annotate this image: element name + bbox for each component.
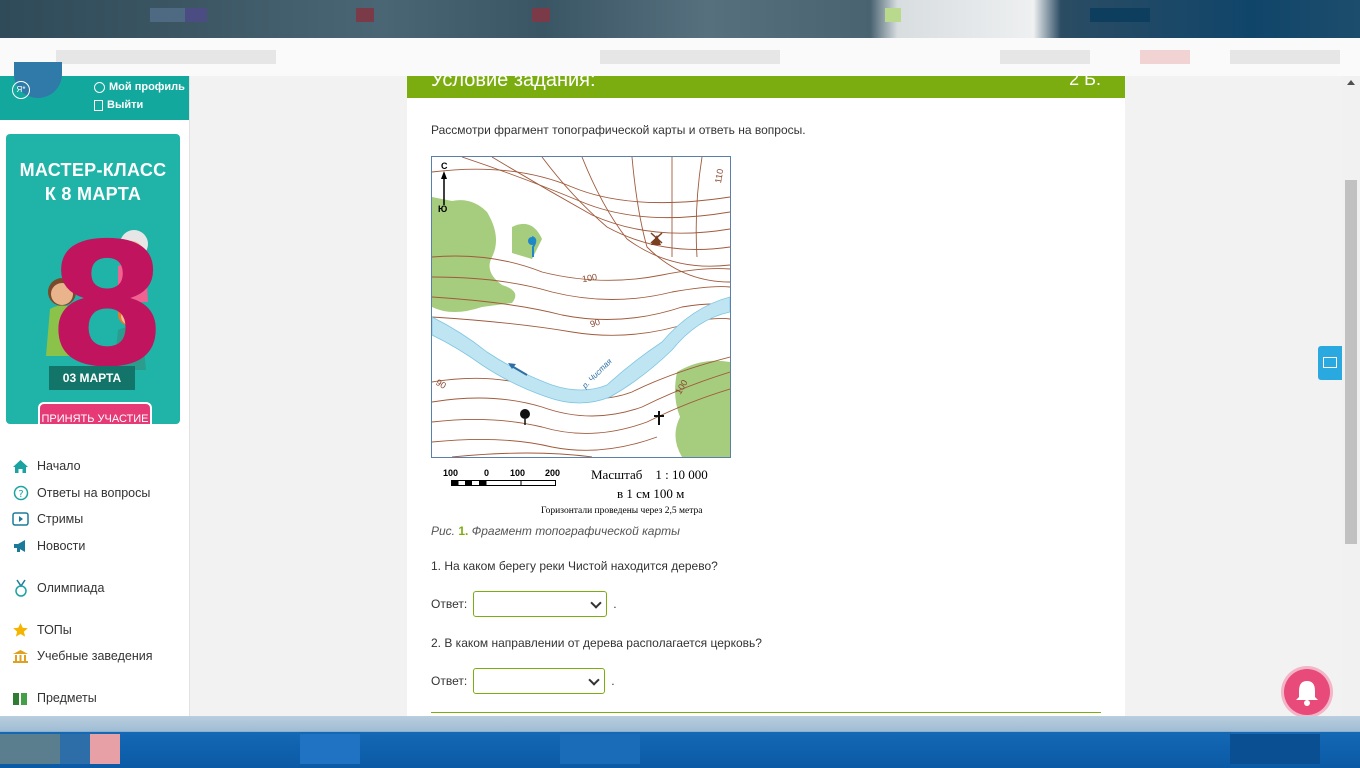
- star-icon: [12, 622, 29, 639]
- nav-item-label: Учебные заведения: [37, 649, 153, 663]
- nav-item-streams[interactable]: Стримы: [12, 509, 83, 529]
- south-label: Ю: [438, 204, 448, 214]
- medal-icon: [12, 579, 29, 597]
- answer-suffix: .: [611, 674, 615, 688]
- question-1: 1. На каком берегу реки Чистой находится…: [431, 559, 718, 573]
- nav-item-news[interactable]: Новости: [12, 536, 85, 556]
- nav-item-subjects[interactable]: Предметы: [12, 688, 97, 708]
- building-icon: [12, 648, 29, 665]
- page-scrollbar[interactable]: [1342, 76, 1360, 716]
- profile-links: Мой профиль Выйти: [94, 78, 185, 114]
- scale-cm-text: в 1 см 100 м: [617, 486, 685, 501]
- task-instruction: Рассмотри фрагмент топографической карты…: [431, 123, 806, 137]
- north-label: С: [441, 161, 448, 171]
- megaphone-icon: [12, 538, 29, 555]
- nav-item-label: Олимпиада: [37, 581, 105, 595]
- topographic-map: С Ю 110 100 90 90 100 р. Чистая: [431, 156, 731, 458]
- promo-date: 03 МАРТА: [49, 366, 135, 390]
- answer-suffix: .: [613, 597, 617, 611]
- nav-item-label: Ответы на вопросы: [37, 486, 151, 500]
- notifications-button[interactable]: [1284, 669, 1330, 715]
- map-scale: 100 0 100 200 Масштаб 1 : 10 000 в 1 см …: [431, 464, 731, 524]
- chevron-down-icon: [590, 597, 602, 609]
- answer-row-1: Ответ: .: [431, 591, 617, 617]
- answer-label: Ответ:: [431, 674, 468, 688]
- scale-tick: 200: [545, 468, 561, 478]
- nav-item-label: Начало: [37, 459, 81, 473]
- task-card: Условие задания: 2 Б. Рассмотри фрагмент…: [407, 76, 1125, 716]
- mail-icon: [1323, 357, 1337, 368]
- caption-text: Фрагмент топографической карты: [471, 524, 680, 538]
- bell-icon: [1296, 681, 1318, 706]
- logout-link[interactable]: Выйти: [94, 96, 185, 114]
- user-icon: [94, 81, 105, 93]
- nav-item-home[interactable]: Начало: [12, 456, 81, 476]
- scale-tick: 100: [443, 468, 459, 478]
- task-header: Условие задания: 2 Б.: [407, 76, 1125, 98]
- books-icon: [12, 690, 29, 707]
- question-2: 2. В каком направлении от дерева распола…: [431, 636, 762, 650]
- task-title: Условие задания:: [431, 76, 596, 91]
- svg-text:?: ?: [18, 489, 23, 500]
- scale-bar: [451, 480, 556, 486]
- nav-item-label: Предметы: [37, 691, 97, 705]
- scale-text: Масштаб 1 : 10 000: [591, 467, 708, 482]
- my-profile-link[interactable]: Мой профиль: [94, 78, 185, 96]
- feedback-tab[interactable]: [1318, 346, 1342, 380]
- divider: [431, 712, 1101, 713]
- answer-2-select[interactable]: [473, 668, 606, 694]
- home-icon: [12, 458, 29, 475]
- map-drawing: [432, 157, 730, 457]
- answer-1-select[interactable]: [473, 591, 608, 617]
- play-icon: [12, 511, 29, 528]
- join-button[interactable]: ПРИНЯТЬ УЧАСТИЕ: [38, 402, 152, 424]
- scroll-thumb[interactable]: [1345, 180, 1357, 544]
- chevron-down-icon: [588, 674, 600, 686]
- nav-item-label: Стримы: [37, 512, 84, 526]
- logout-label: Выйти: [107, 99, 144, 111]
- question-icon: ?: [12, 485, 29, 502]
- browser-address-bar: [0, 38, 1360, 76]
- nav-item-label: ТОПы: [37, 623, 72, 637]
- scale-tick: 0: [484, 468, 490, 478]
- user-badge: Я*: [12, 81, 30, 99]
- taskbar: [0, 716, 1360, 768]
- profile-strip: Я* Мой профиль Выйти: [0, 62, 189, 120]
- task-points: 2 Б.: [1069, 76, 1101, 89]
- caption-prefix: Рис.: [431, 524, 456, 538]
- caption-number: 1.: [458, 524, 469, 538]
- nav-item-label: Новости: [37, 539, 86, 553]
- contour-interval-note: Горизонтали проведены через 2,5 метра: [541, 506, 703, 516]
- my-profile-label: Мой профиль: [109, 81, 185, 93]
- browser-tab-strip: [0, 0, 1360, 38]
- sidebar: Я* Мой профиль Выйти МАСТЕР-КЛАСС К 8 МА…: [0, 62, 190, 716]
- promo-number: 8: [48, 207, 167, 405]
- figure-caption: Рис. 1. Фрагмент топографической карты: [431, 524, 680, 538]
- scroll-up-arrow-icon[interactable]: [1347, 80, 1355, 85]
- nav-item-tops[interactable]: ТОПы: [12, 620, 72, 640]
- nav-item-answers[interactable]: ? Ответы на вопросы: [12, 483, 150, 503]
- nav-item-olympiad[interactable]: Олимпиада: [12, 578, 104, 598]
- scale-tick: 100: [510, 468, 526, 478]
- logout-icon: [94, 99, 103, 111]
- nav-item-schools[interactable]: Учебные заведения: [12, 646, 153, 666]
- answer-row-2: Ответ: .: [431, 668, 615, 694]
- promo-banner[interactable]: МАСТЕР-КЛАСС К 8 МАРТА 8 03 МАРТА ПРИНЯТ…: [6, 134, 180, 424]
- answer-label: Ответ:: [431, 597, 468, 611]
